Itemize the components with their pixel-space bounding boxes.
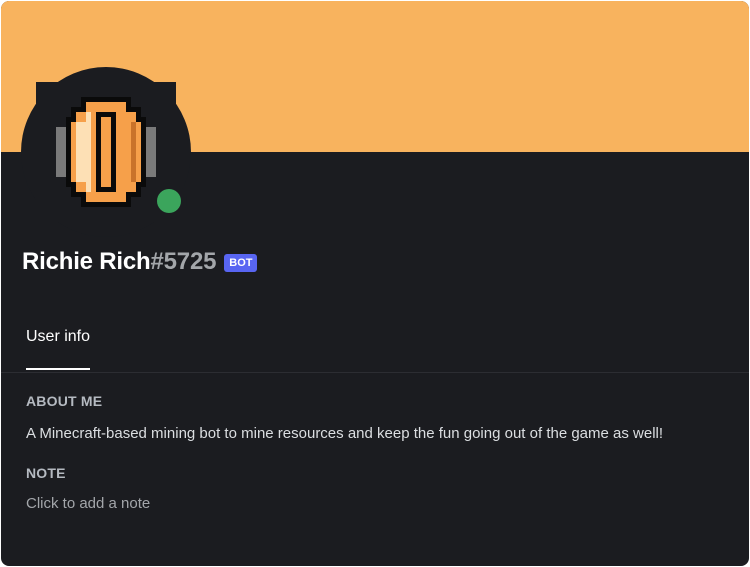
profile-tabs: User info — [1, 319, 749, 373]
user-profile-card: Richie Rich #5725 BOT User info ABOUT ME… — [1, 1, 749, 566]
discriminator[interactable]: #5725 — [151, 248, 217, 276]
active-tab-indicator — [26, 368, 91, 370]
bot-badge: BOT — [224, 254, 258, 272]
about-me-text: A Minecraft-based mining bot to mine res… — [26, 425, 664, 442]
online-status-dot — [157, 189, 181, 213]
tab-user-info-label: User info — [26, 328, 91, 345]
username[interactable]: Richie Rich — [22, 248, 151, 276]
note-heading: NOTE — [26, 465, 66, 481]
note-input[interactable]: Click to add a note — [26, 495, 326, 512]
about-me-heading: ABOUT ME — [26, 393, 103, 409]
tab-user-info[interactable]: User info — [26, 319, 91, 370]
name-row: Richie Rich #5725 BOT — [22, 248, 258, 276]
status-indicator — [151, 183, 187, 219]
avatar-container[interactable] — [21, 67, 191, 237]
